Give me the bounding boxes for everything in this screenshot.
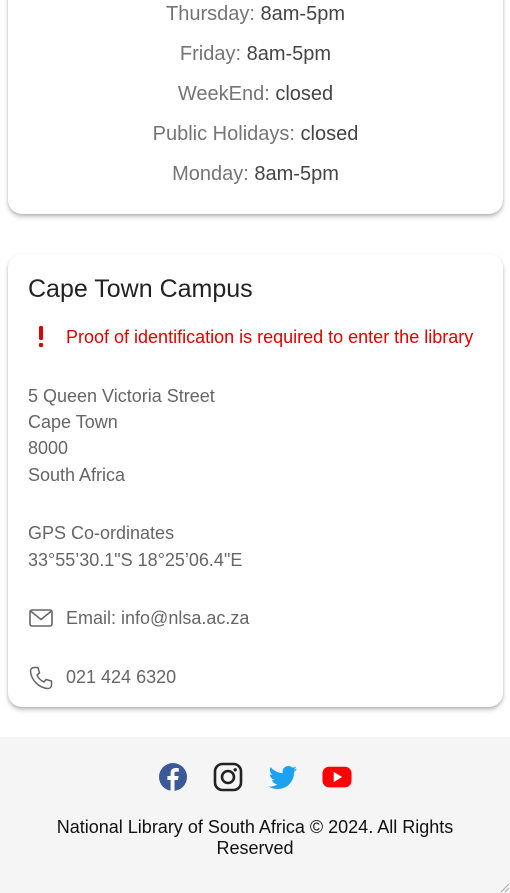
hours-row-friday: Friday: 8am-5pm xyxy=(179,43,332,65)
address-street: 5 Queen Victoria Street xyxy=(28,386,215,406)
address-postcode: 8000 xyxy=(28,438,69,458)
campus-title: Cape Town Campus xyxy=(28,275,253,303)
phone-number[interactable]: 021 424 6320 xyxy=(66,666,176,688)
hours-row-public-holidays: Public Holidays: closed xyxy=(152,123,359,145)
youtube-icon[interactable] xyxy=(322,762,352,792)
twitter-icon[interactable] xyxy=(268,762,298,792)
opening-hours-card: Thursday: 8am-5pm Friday: 8am-5pm WeekEn… xyxy=(8,0,503,214)
email-label: Email: xyxy=(66,608,117,628)
id-required-alert: Proof of identification is required to e… xyxy=(66,327,474,347)
address-city: Cape Town xyxy=(28,412,118,432)
hours-row-thursday: Thursday: 8am-5pm xyxy=(166,3,345,25)
copyright-text: National Library of South Africa © 2024.… xyxy=(56,817,454,858)
facebook-icon[interactable] xyxy=(158,762,188,792)
email-link[interactable]: info@nlsa.ac.za xyxy=(121,608,249,628)
hours-row-weekend: WeekEnd: closed xyxy=(177,83,334,105)
exclamation-icon xyxy=(39,326,43,347)
phone-icon xyxy=(29,666,53,690)
resize-grip-icon[interactable] xyxy=(500,883,510,893)
instagram-icon[interactable] xyxy=(213,762,243,792)
email-line: Email: info@nlsa.ac.za xyxy=(66,607,249,629)
gps-coordinates: 33°55’30.1"S 18°25’06.4"E xyxy=(28,550,243,570)
campus-card: Cape Town Campus Proof of identification… xyxy=(8,254,503,707)
footer: National Library of South Africa © 2024.… xyxy=(0,737,510,893)
mail-icon xyxy=(29,609,53,627)
address-country: South Africa xyxy=(28,465,126,485)
hours-row-monday: Monday: 8am-5pm xyxy=(172,163,339,185)
gps-label: GPS Co-ordinates xyxy=(28,523,175,543)
